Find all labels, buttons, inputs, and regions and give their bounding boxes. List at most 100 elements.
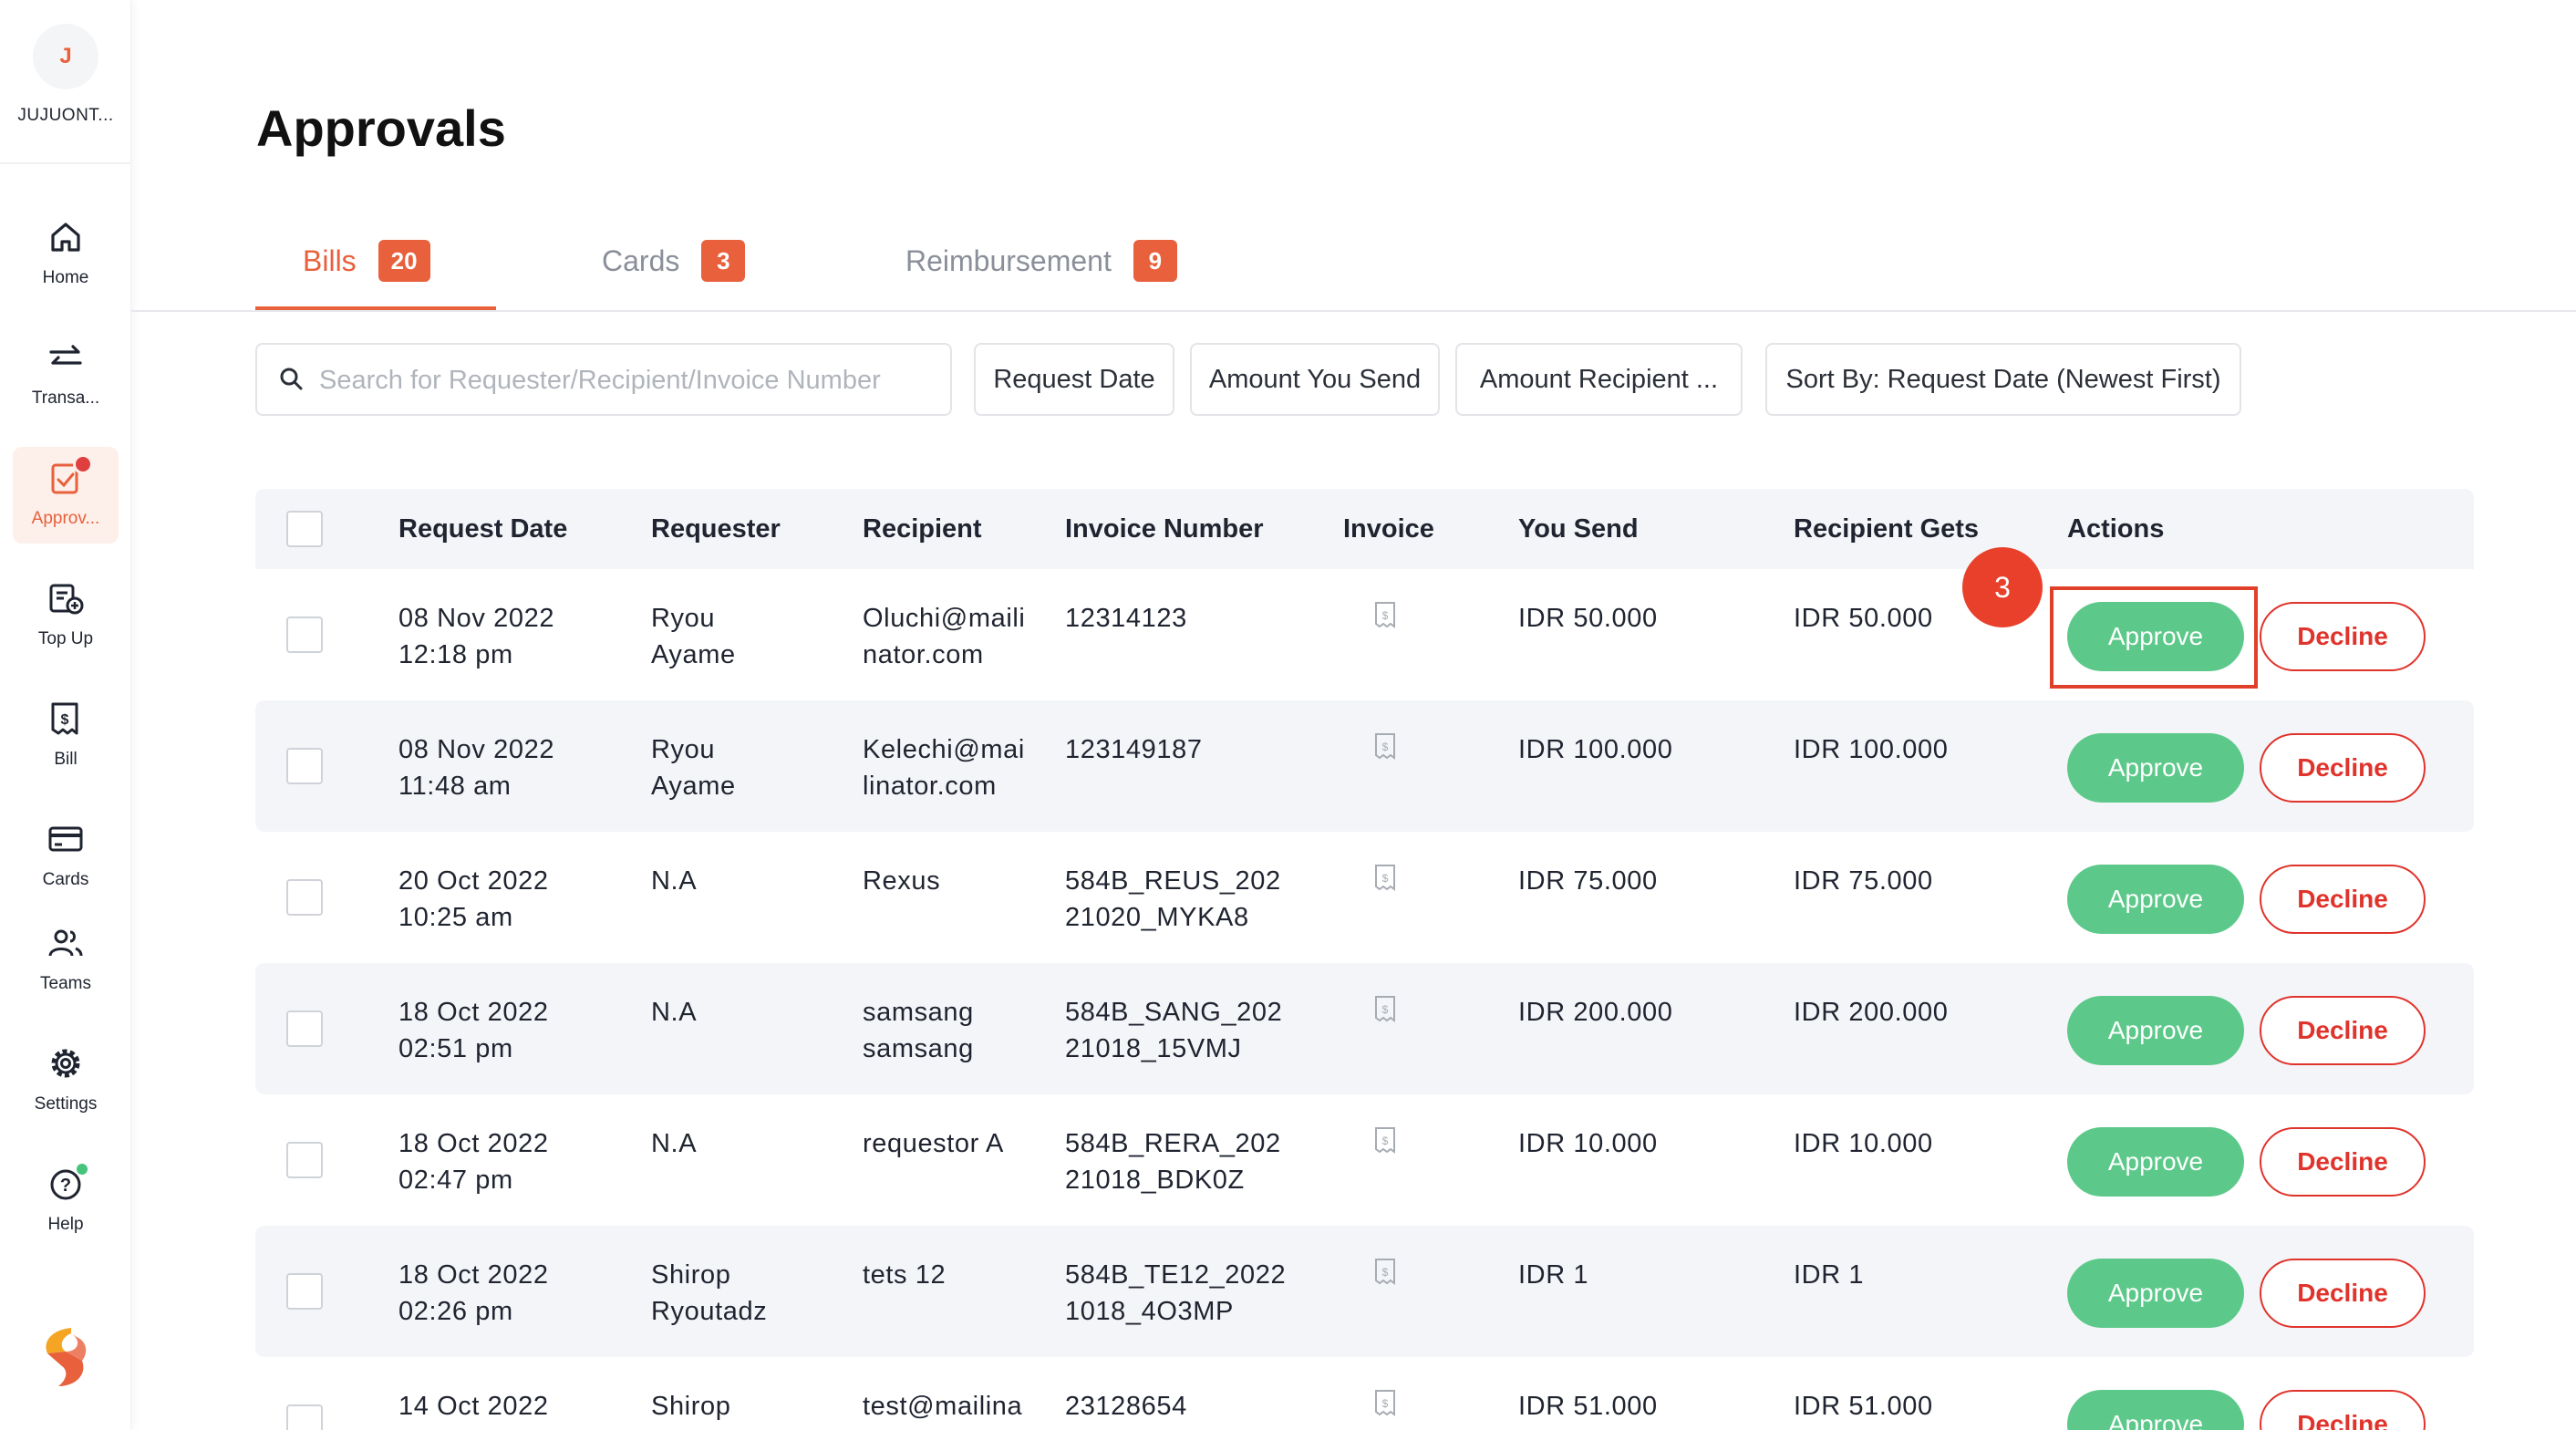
approve-button[interactable]: Approve bbox=[2067, 1259, 2244, 1328]
user-profile[interactable]: J JUJUONT... bbox=[0, 0, 131, 164]
recipient-cell-line: samsang bbox=[863, 1034, 974, 1063]
invoice-icon[interactable]: $ bbox=[1372, 731, 1398, 761]
requester-cell-line: Ryoutadz bbox=[651, 1297, 768, 1326]
svg-text:$: $ bbox=[1382, 1135, 1389, 1147]
status-dot bbox=[75, 1162, 89, 1176]
you-send-cell: IDR 1 bbox=[1518, 1260, 1589, 1290]
sidebar-item-label: Cards bbox=[42, 870, 89, 889]
approve-button[interactable]: Approve bbox=[2067, 1390, 2244, 1430]
invoice-icon[interactable]: $ bbox=[1372, 1388, 1398, 1417]
decline-button[interactable]: Decline bbox=[2260, 1259, 2426, 1328]
you-send-cell: IDR 200.000 bbox=[1518, 998, 1673, 1027]
request-time: 11:48 am bbox=[398, 772, 512, 801]
tab-reimbursement[interactable]: Reimbursement 9 bbox=[905, 210, 1177, 312]
tab-bills[interactable]: Bills 20 bbox=[303, 210, 430, 312]
sidebar-item-settings[interactable]: Settings bbox=[13, 1032, 119, 1129]
recipient-cell-line: Kelechi@mai bbox=[863, 735, 1025, 764]
row-checkbox[interactable] bbox=[286, 617, 323, 653]
request-time: 12:18 pm bbox=[398, 640, 513, 669]
table-row: 08 Nov 2022 11:48 am Ryou Ayame Kelechi@mai l… bbox=[255, 700, 2474, 832]
sidebar-item-help[interactable]: ? Help bbox=[13, 1153, 119, 1249]
request-date-cell: 20 Oct 2022 10:25 am bbox=[398, 863, 549, 936]
request-date-cell: 18 Oct 2022 02:47 pm bbox=[398, 1125, 549, 1198]
sort-dropdown[interactable]: Sort By: Request Date (Newest First) bbox=[1765, 343, 2241, 416]
invoice-icon[interactable]: $ bbox=[1372, 994, 1398, 1023]
recipient-gets-cell: IDR 50.000 bbox=[1794, 604, 1933, 633]
approve-button[interactable]: Approve bbox=[2067, 733, 2244, 803]
card-icon bbox=[48, 826, 83, 852]
row-checkbox[interactable] bbox=[286, 1404, 323, 1430]
request-date: 20 Oct 2022 bbox=[398, 866, 549, 896]
invoice-number-cell-line: 12314123 bbox=[1065, 604, 1187, 633]
svg-text:$: $ bbox=[1382, 1003, 1389, 1016]
recipient-gets-cell: IDR 200.000 bbox=[1794, 998, 1949, 1027]
decline-button[interactable]: Decline bbox=[2260, 1127, 2426, 1197]
column-header: Actions bbox=[2067, 514, 2165, 544]
gear-icon bbox=[51, 1049, 80, 1078]
decline-button[interactable]: Decline bbox=[2260, 733, 2426, 803]
svg-text:$: $ bbox=[1382, 741, 1389, 753]
decline-button[interactable]: Decline bbox=[2260, 865, 2426, 934]
sidebar-item-top-up[interactable]: Top Up bbox=[13, 567, 119, 664]
requester-cell-line: Ayame bbox=[651, 772, 736, 801]
recipient-cell: Oluchi@maili nator.com bbox=[863, 600, 1025, 673]
sidebar-item-cards[interactable]: Cards bbox=[13, 808, 119, 905]
recipient-gets-cell: IDR 10.000 bbox=[1794, 1129, 1933, 1158]
approve-button[interactable]: Approve bbox=[2067, 1127, 2244, 1197]
sidebar-item-approvals[interactable]: Approv... bbox=[13, 447, 119, 544]
top-up-icon bbox=[49, 584, 84, 615]
home-icon bbox=[51, 223, 80, 252]
tab-cards[interactable]: Cards 3 bbox=[602, 210, 746, 312]
recipient-gets-cell: IDR 75.000 bbox=[1794, 866, 1933, 896]
amount-recipient-filter[interactable]: Amount Recipient ... bbox=[1455, 343, 1743, 416]
request-date-cell: 18 Oct 2022 02:51 pm bbox=[398, 994, 549, 1067]
row-checkbox[interactable] bbox=[286, 748, 323, 784]
request-date-cell: 18 Oct 2022 02:26 pm bbox=[398, 1257, 549, 1330]
brand-logo bbox=[46, 1328, 87, 1386]
transfer-icon bbox=[49, 345, 82, 365]
step-badge: 3 bbox=[1962, 547, 2043, 627]
search-input[interactable] bbox=[319, 358, 939, 403]
invoice-number-cell-line: 123149187 bbox=[1065, 735, 1203, 764]
decline-button[interactable]: Decline bbox=[2260, 1390, 2426, 1430]
requester-cell: Shirop bbox=[651, 1388, 730, 1425]
column-header: Recipient bbox=[863, 514, 982, 544]
username: JUJUONT... bbox=[17, 106, 114, 125]
sidebar-item-bill[interactable]: $ Bill bbox=[13, 688, 119, 784]
row-checkbox[interactable] bbox=[286, 1142, 323, 1178]
requester-cell: N.A bbox=[651, 863, 697, 899]
sidebar-item-teams[interactable]: Teams bbox=[13, 912, 119, 1009]
approve-button[interactable]: Approve bbox=[2067, 996, 2244, 1065]
invoice-number-cell-line: 21018_15VMJ bbox=[1065, 1034, 1242, 1063]
svg-text:?: ? bbox=[60, 1176, 71, 1196]
sidebar-item-transactions[interactable]: Transa... bbox=[13, 326, 119, 423]
requester-cell-line: Shirop bbox=[651, 1260, 731, 1290]
select-all-checkbox[interactable] bbox=[286, 511, 323, 547]
invoice-number-cell: 584B_SANG_202 21018_15VMJ bbox=[1065, 994, 1282, 1067]
decline-button[interactable]: Decline bbox=[2260, 602, 2426, 671]
sidebar-item-label: Bill bbox=[54, 750, 78, 769]
requester-cell: Shirop Ryoutadz bbox=[651, 1257, 767, 1330]
invoice-icon[interactable]: $ bbox=[1372, 600, 1398, 629]
page-title: Approvals bbox=[256, 99, 506, 157]
request-date: 08 Nov 2022 bbox=[398, 604, 555, 633]
recipient-cell-line: tets 12 bbox=[863, 1260, 947, 1290]
row-checkbox[interactable] bbox=[286, 879, 323, 916]
invoice-icon[interactable]: $ bbox=[1372, 1257, 1398, 1286]
invoice-icon[interactable]: $ bbox=[1372, 863, 1398, 892]
avatar[interactable]: J bbox=[33, 24, 98, 89]
svg-text:$: $ bbox=[1382, 1397, 1389, 1410]
approve-button[interactable]: Approve bbox=[2067, 865, 2244, 934]
amount-send-filter[interactable]: Amount You Send bbox=[1190, 343, 1440, 416]
request-date-filter[interactable]: Request Date bbox=[974, 343, 1174, 416]
sidebar-item-home[interactable]: Home bbox=[13, 206, 119, 303]
row-checkbox[interactable] bbox=[286, 1273, 323, 1310]
recipient-cell-line: requestor A bbox=[863, 1129, 1004, 1158]
sidebar: J JUJUONT... Home Transa... Approv... To… bbox=[0, 0, 131, 1430]
svg-text:$: $ bbox=[1382, 1266, 1389, 1279]
recipient-cell-line: Oluchi@maili bbox=[863, 604, 1026, 633]
invoice-icon[interactable]: $ bbox=[1372, 1125, 1398, 1155]
recipient-cell: test@mailina bbox=[863, 1388, 1022, 1425]
decline-button[interactable]: Decline bbox=[2260, 996, 2426, 1065]
row-checkbox[interactable] bbox=[286, 1010, 323, 1047]
